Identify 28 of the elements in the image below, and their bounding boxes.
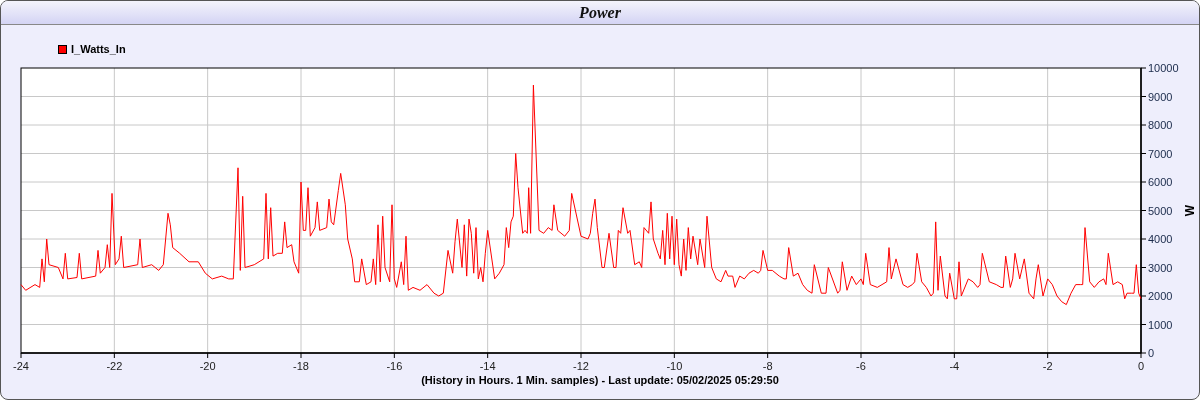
axis-tick-label: 8000: [1148, 119, 1173, 131]
axis-tick-label: -6: [856, 360, 866, 372]
axis-tick-label: 6000: [1148, 176, 1173, 188]
axis-tick-label: -22: [106, 360, 123, 372]
axis-tick-label: 9000: [1148, 90, 1173, 103]
axis-tick-label: 2000: [1148, 290, 1173, 302]
axis-tick-label: 0: [1148, 347, 1155, 359]
axis-tick-label: -16: [386, 360, 403, 372]
legend-label: I_Watts_In: [71, 42, 126, 58]
axis-tick-label: 1000: [1148, 318, 1173, 331]
axis-tick-label: 7000: [1148, 147, 1173, 160]
axis-tick-label: -12: [573, 360, 589, 372]
axis-tick-label: 4000: [1148, 233, 1173, 245]
axis-title: W: [1183, 204, 1197, 217]
axis-tick-label: 5000: [1148, 204, 1173, 217]
axis-tick-label: 10000: [1148, 62, 1179, 74]
axis-tick-label: -14: [479, 360, 496, 372]
axis-tick-label: 0: [1137, 360, 1145, 372]
chart-title: Power: [579, 4, 621, 21]
axis-caption: (History in Hours. 1 Min. samples) - Last update: 05/02/2025 05:29:50: [421, 374, 779, 386]
axis-tick-label: 3000: [1148, 261, 1173, 274]
axis-tick-label: -2: [1042, 360, 1053, 372]
axis-tick-label: -4: [949, 360, 960, 372]
axis-tick-label: -24: [13, 360, 29, 372]
axis-tick-label: -10: [666, 360, 683, 372]
axis-tick-label: -20: [199, 360, 216, 372]
axis-tick-label: -18: [293, 360, 309, 372]
axis-tick-label: -8: [762, 360, 773, 372]
